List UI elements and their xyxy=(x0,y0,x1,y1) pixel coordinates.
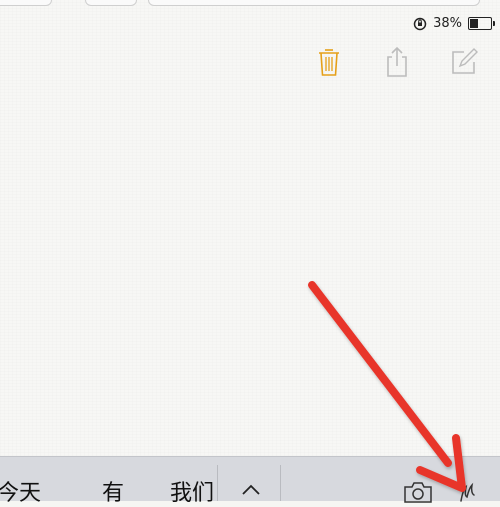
trash-icon xyxy=(319,49,339,76)
compose-button[interactable] xyxy=(447,44,481,80)
divider xyxy=(280,465,281,501)
note-canvas[interactable] xyxy=(0,0,500,456)
suggestion-2[interactable]: 有 xyxy=(102,475,124,507)
address-bar-edge xyxy=(85,0,137,6)
compose-icon xyxy=(452,48,478,74)
suggestion-3[interactable]: 我们 xyxy=(170,475,214,507)
address-bar-edge xyxy=(0,0,52,6)
address-bar-edge xyxy=(148,0,480,6)
battery-icon xyxy=(468,17,495,30)
share-icon xyxy=(387,46,407,77)
sketch-icon[interactable] xyxy=(458,479,480,503)
delete-button[interactable] xyxy=(312,44,346,80)
status-bar: 38% xyxy=(413,16,495,31)
battery-fill xyxy=(470,19,478,28)
divider xyxy=(217,465,218,501)
battery-percent: 38% xyxy=(433,16,462,31)
keyboard-suggestion-bar: 今天 有 我们 xyxy=(0,456,500,506)
chevron-up-icon[interactable] xyxy=(241,484,261,496)
orientation-lock-icon xyxy=(413,17,427,30)
share-button[interactable] xyxy=(380,44,414,80)
suggestion-1[interactable]: 今天 xyxy=(0,475,41,507)
